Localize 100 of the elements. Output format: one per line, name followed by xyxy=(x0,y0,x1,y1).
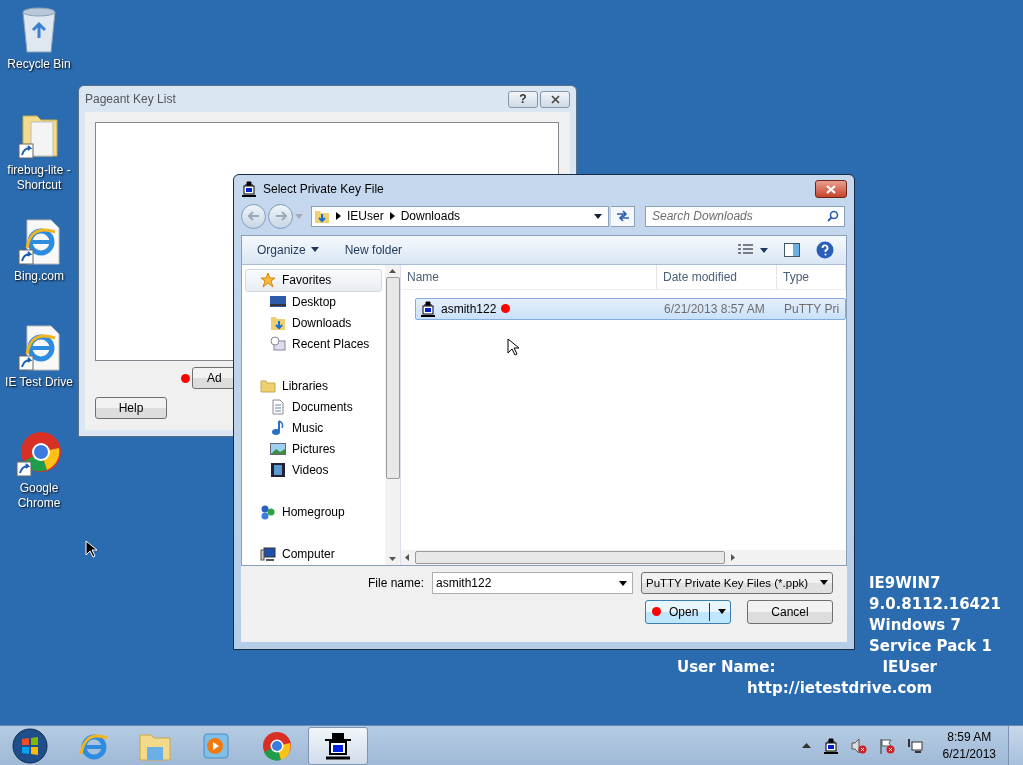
nav-item[interactable]: Documents xyxy=(242,396,385,418)
picture-icon xyxy=(270,441,286,458)
search-field[interactable]: Search Downloads xyxy=(645,205,845,227)
desktop-icon-label[interactable]: Recycle Bin xyxy=(1,57,77,72)
nav-item[interactable]: Recent Places xyxy=(242,333,385,355)
cursor-icon xyxy=(85,540,97,558)
scroll-down-icon[interactable] xyxy=(389,556,396,561)
downloads-folder-icon xyxy=(314,208,330,225)
column-header[interactable]: Type xyxy=(777,264,846,289)
nav-item[interactable]: Homegroup xyxy=(242,501,385,523)
horizontal-scrollbar[interactable] xyxy=(401,549,846,565)
recycle-bin-icon[interactable] xyxy=(19,6,59,54)
forward-arrow-icon xyxy=(274,211,287,222)
date-cell-text: 6/21/2013 8:57 AM xyxy=(663,301,766,316)
dot-marker-icon xyxy=(501,304,511,314)
star-icon xyxy=(260,272,276,289)
search-icon[interactable] xyxy=(827,209,839,222)
new-folder-button[interactable]: New folder xyxy=(339,240,408,259)
clock[interactable]: 8:59 AM 6/21/2013 xyxy=(942,728,996,763)
nav-item[interactable]: Pictures xyxy=(242,438,385,460)
chrome-icon xyxy=(262,730,292,761)
desktop-icon-label[interactable]: Google Chrome xyxy=(1,481,77,511)
ie-shortcut-icon[interactable] xyxy=(17,218,61,266)
breadcrumb-item[interactable]: IEUser xyxy=(347,209,384,224)
close-icon xyxy=(550,94,560,104)
desktop-icon-label[interactable]: Bing.com xyxy=(1,269,77,284)
help-icon[interactable] xyxy=(816,240,834,259)
help-title-button[interactable]: ? xyxy=(508,90,538,108)
show-hidden-icons-icon[interactable] xyxy=(801,743,811,748)
close-button[interactable] xyxy=(540,90,570,108)
vertical-scrollbar[interactable] xyxy=(385,264,400,565)
file-name-field[interactable]: asmith122 xyxy=(432,571,633,594)
film-icon xyxy=(270,462,286,479)
media-player-icon xyxy=(201,730,231,761)
breadcrumb-arrow-icon[interactable] xyxy=(336,212,341,221)
url-text: http://ietestdrive.com xyxy=(747,678,934,699)
computer-icon xyxy=(260,546,276,563)
folder-shortcut-icon[interactable] xyxy=(17,112,61,160)
file-type-dropdown[interactable]: PuTTY Private Key Files (*.ppk) xyxy=(641,571,833,594)
caret-icon xyxy=(820,580,828,586)
cursor-icon xyxy=(507,337,519,356)
nav-item[interactable]: Downloads xyxy=(242,312,385,334)
chrome-shortcut-icon[interactable] xyxy=(15,430,63,478)
close-icon xyxy=(826,184,836,194)
window-title: Select Private Key File xyxy=(263,182,385,197)
network-icon[interactable] xyxy=(906,737,923,754)
organize-button[interactable]: Organize xyxy=(252,240,324,259)
file-row[interactable]: asmith122 6/21/2013 8:57 AM PuTTY Pri xyxy=(415,297,846,320)
nav-item[interactable]: Computer xyxy=(242,543,385,565)
desktop-icon-label[interactable]: firebug-lite - Shortcut xyxy=(1,163,77,193)
cancel-button[interactable]: Cancel xyxy=(747,599,833,624)
nav-item[interactable]: Favorites xyxy=(245,268,382,292)
music-note-icon xyxy=(270,420,286,437)
caret-icon xyxy=(310,247,319,253)
window-title: Pageant Key List xyxy=(85,92,177,106)
system-info-text: Service Pack 1 xyxy=(869,636,993,657)
system-info-text: IE9WIN7 xyxy=(869,573,942,594)
file-name-cell: asmith122 xyxy=(441,301,497,316)
caret-icon[interactable] xyxy=(594,213,602,219)
breadcrumb-item[interactable]: Downloads xyxy=(400,209,461,224)
address-bar[interactable]: IEUser Downloads xyxy=(311,205,609,227)
putty-icon xyxy=(241,181,257,198)
help-button[interactable]: Help xyxy=(95,397,167,419)
flag-error-icon[interactable] xyxy=(878,737,895,754)
folder-icon xyxy=(260,378,276,395)
system-info-text: Windows 7 xyxy=(869,615,962,636)
nav-item[interactable]: Desktop xyxy=(242,291,385,313)
file-name-label: File name: xyxy=(367,575,424,590)
dot-marker-icon xyxy=(652,607,661,617)
putty-tray-icon[interactable] xyxy=(822,737,839,754)
column-header[interactable]: Date modified xyxy=(657,264,777,289)
nav-item[interactable]: Videos xyxy=(242,459,385,481)
putty-icon xyxy=(323,731,353,760)
refresh-icon xyxy=(614,210,631,223)
scroll-right-icon[interactable] xyxy=(731,553,735,561)
dot-marker-icon xyxy=(181,373,190,383)
close-button[interactable] xyxy=(815,180,847,199)
downloads-folder-icon xyxy=(270,315,286,332)
column-header[interactable]: Name xyxy=(401,264,657,289)
back-arrow-icon xyxy=(247,211,260,222)
recent-places-icon xyxy=(270,336,286,353)
caret-icon xyxy=(718,609,726,615)
taskbar-app-button[interactable] xyxy=(308,726,368,765)
breadcrumb-arrow-icon[interactable] xyxy=(389,212,395,221)
scroll-up-icon[interactable] xyxy=(389,268,396,273)
open-button[interactable]: Open xyxy=(645,599,731,624)
scroll-left-icon[interactable] xyxy=(405,553,409,561)
windows-logo-icon xyxy=(12,727,48,764)
user-name-value: IEUser xyxy=(882,657,937,678)
refresh-button[interactable] xyxy=(611,205,635,227)
homegroup-icon xyxy=(260,504,276,521)
type-cell-text: PuTTY Pri xyxy=(783,301,841,316)
preview-pane-icon[interactable] xyxy=(784,242,800,257)
view-options-icon[interactable] xyxy=(738,243,768,256)
speaker-muted-icon[interactable] xyxy=(850,737,867,754)
ie-shortcut-icon[interactable] xyxy=(17,324,61,372)
nav-item[interactable]: Music xyxy=(242,417,385,439)
desktop-icon-label[interactable]: IE Test Drive xyxy=(1,375,77,390)
caret-icon[interactable] xyxy=(619,580,627,586)
putty-key-icon xyxy=(420,300,436,317)
